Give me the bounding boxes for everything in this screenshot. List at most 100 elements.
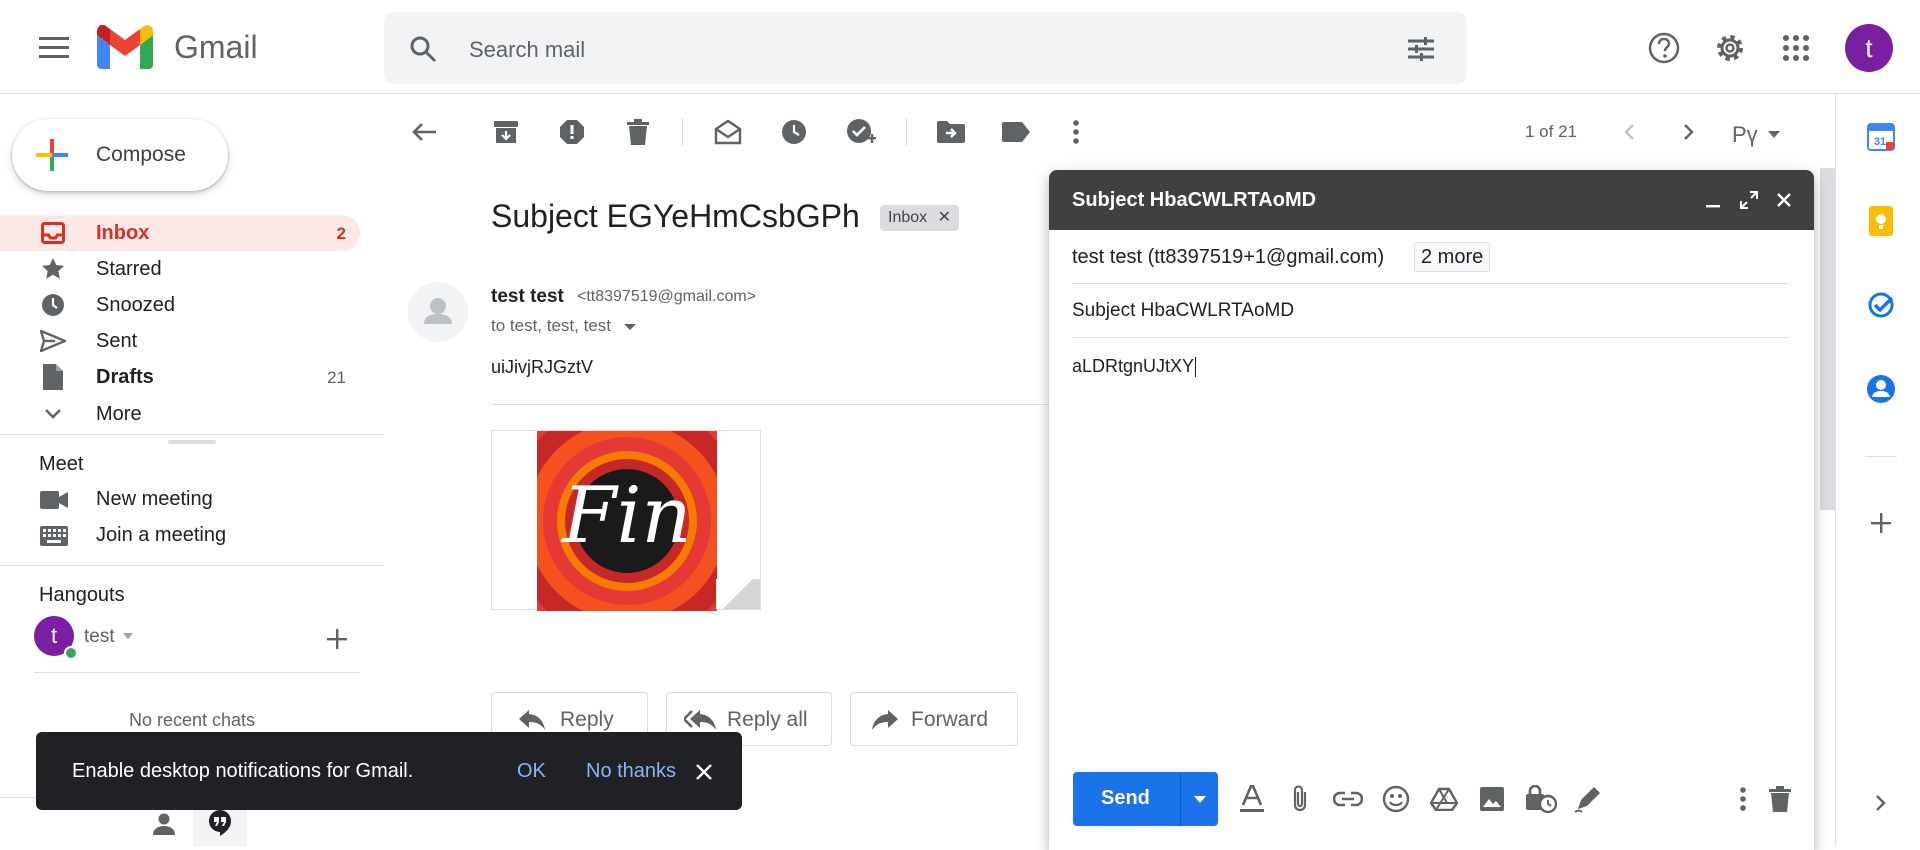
join-meeting-item[interactable]: Join a meeting — [0, 517, 360, 553]
join-meeting-label: Join a meeting — [96, 524, 227, 546]
insert-photo-icon[interactable] — [1475, 782, 1509, 816]
sidebar-divider — [0, 565, 384, 566]
search-bar[interactable]: Search mail — [384, 12, 1467, 84]
compose-button[interactable]: Compose — [12, 119, 228, 191]
star-icon — [40, 257, 66, 281]
hangouts-user[interactable]: t test — [34, 614, 144, 660]
toolbar-separator — [682, 118, 683, 146]
divider-drag-handle[interactable] — [168, 440, 216, 444]
recipients-line[interactable]: to test, test, test — [491, 316, 636, 336]
calendar-icon[interactable]: 31 — [1864, 120, 1898, 154]
unread-count: 2 — [336, 224, 346, 243]
formatting-options-icon[interactable] — [1235, 782, 1269, 816]
sender-avatar — [408, 282, 468, 342]
expand-panel-chevron-icon[interactable] — [1866, 788, 1896, 818]
move-to-icon[interactable] — [935, 116, 967, 148]
close-icon[interactable] — [1772, 188, 1796, 212]
toast-no-thanks-button[interactable]: No thanks — [586, 760, 676, 783]
input-tools-button[interactable]: Рү — [1730, 118, 1790, 150]
send-options-caret-icon[interactable] — [1181, 772, 1218, 826]
new-chat-plus-icon[interactable] — [322, 624, 352, 654]
forward-button[interactable]: Forward — [850, 692, 1018, 746]
svg-text:31: 31 — [1874, 136, 1886, 148]
reply-all-label: Reply all — [727, 708, 808, 731]
sidebar-item-sent[interactable]: Sent — [0, 323, 360, 359]
chevron-right-icon[interactable] — [1675, 116, 1703, 148]
contacts-person-icon[interactable] — [150, 810, 178, 838]
more-vert-icon[interactable] — [1062, 116, 1090, 148]
remove-label-icon[interactable]: ✕ — [938, 209, 951, 226]
chevron-left-icon[interactable] — [1615, 116, 1643, 148]
compose-body-text: aLDRtgnUJtXY — [1072, 356, 1195, 376]
fullscreen-expand-icon[interactable] — [1737, 188, 1761, 212]
search-input[interactable]: Search mail — [469, 37, 585, 63]
inbox-label-chip[interactable]: Inbox ✕ — [880, 205, 959, 231]
new-meeting-item[interactable]: New meeting — [0, 481, 360, 517]
page-curl — [716, 579, 760, 609]
forward-label: Forward — [911, 708, 989, 731]
page-scrollbar[interactable] — [1820, 168, 1835, 510]
insert-emoji-icon[interactable] — [1379, 782, 1413, 816]
keyboard-icon — [40, 525, 68, 547]
caret-down-icon — [1768, 130, 1780, 138]
settings-gear-icon[interactable] — [1712, 30, 1748, 66]
side-panel-divider-short — [1865, 456, 1897, 457]
attach-file-icon[interactable] — [1283, 782, 1317, 816]
gmail-wordmark[interactable]: Gmail — [174, 29, 258, 66]
report-spam-icon[interactable] — [556, 116, 588, 148]
help-icon[interactable] — [1646, 30, 1682, 66]
back-arrow-icon[interactable] — [408, 116, 440, 148]
google-drive-icon[interactable] — [1427, 782, 1461, 816]
compose-body-field[interactable]: aLDRtgnUJtXY — [1072, 356, 1197, 378]
draft-count: 21 — [327, 368, 346, 387]
more-options-icon[interactable] — [1729, 782, 1757, 816]
hangouts-heading: Hangouts — [39, 584, 125, 606]
sidebar-item-label: Snoozed — [96, 294, 175, 316]
sender-name: test test — [491, 286, 564, 307]
apps-grid-icon[interactable] — [1778, 30, 1814, 66]
minimize-icon[interactable] — [1701, 188, 1725, 212]
sidebar-item-inbox[interactable]: Inbox 2 — [0, 215, 360, 251]
sidebar-item-starred[interactable]: Starred — [0, 251, 360, 287]
sidebar-item-more[interactable]: More — [0, 396, 360, 432]
sidebar-item-label: Drafts — [96, 366, 154, 388]
confidential-mode-icon[interactable] — [1523, 782, 1559, 816]
label-tag-icon[interactable] — [1000, 116, 1032, 148]
image-attachment[interactable]: Fin — [491, 430, 761, 611]
main-menu-icon[interactable] — [30, 28, 78, 68]
compose-subject-field[interactable]: Subject HbaCWLRTAoMD — [1072, 300, 1294, 322]
content-divider — [491, 404, 1051, 405]
search-options-icon[interactable] — [1405, 34, 1437, 64]
gmail-logo-icon[interactable] — [96, 24, 154, 70]
archive-icon[interactable] — [490, 116, 522, 148]
snooze-clock-icon[interactable] — [778, 116, 810, 148]
send-button[interactable]: Send — [1073, 772, 1218, 826]
compose-header[interactable]: Subject HbaCWLRTAoMD — [1049, 170, 1814, 230]
toast-ok-button[interactable]: OK — [517, 760, 546, 783]
keep-icon[interactable] — [1864, 204, 1898, 238]
insert-link-icon[interactable] — [1331, 782, 1365, 816]
sidebar-item-drafts[interactable]: Drafts 21 — [0, 359, 360, 395]
insert-signature-icon[interactable] — [1571, 782, 1605, 816]
add-task-icon[interactable] — [844, 116, 878, 148]
contacts-icon[interactable] — [1864, 372, 1898, 406]
chat-quote-icon — [207, 810, 233, 836]
sidebar-item-label: Sent — [96, 330, 138, 352]
sidebar-item-snoozed[interactable]: Snoozed — [0, 287, 360, 323]
more-recipients-chip[interactable]: 2 more — [1414, 242, 1491, 272]
add-addon-plus-icon[interactable] — [1866, 508, 1896, 538]
compose-to-recipients[interactable]: test test (tt8397519+1@gmail.com) — [1072, 246, 1384, 269]
discard-draft-trash-icon[interactable] — [1765, 782, 1795, 816]
close-icon[interactable] — [690, 758, 718, 786]
tasks-icon[interactable] — [1864, 288, 1898, 322]
send-icon — [40, 329, 66, 353]
toolbar-separator — [906, 118, 907, 146]
video-camera-icon — [40, 489, 68, 511]
search-icon[interactable] — [408, 34, 438, 64]
account-avatar[interactable]: t — [1845, 24, 1893, 72]
caret-down-icon[interactable] — [623, 323, 636, 330]
inbox-chip-label: Inbox — [888, 209, 928, 226]
text-cursor — [1195, 357, 1197, 378]
mark-unread-icon[interactable] — [712, 116, 744, 148]
delete-trash-icon[interactable] — [622, 116, 654, 148]
